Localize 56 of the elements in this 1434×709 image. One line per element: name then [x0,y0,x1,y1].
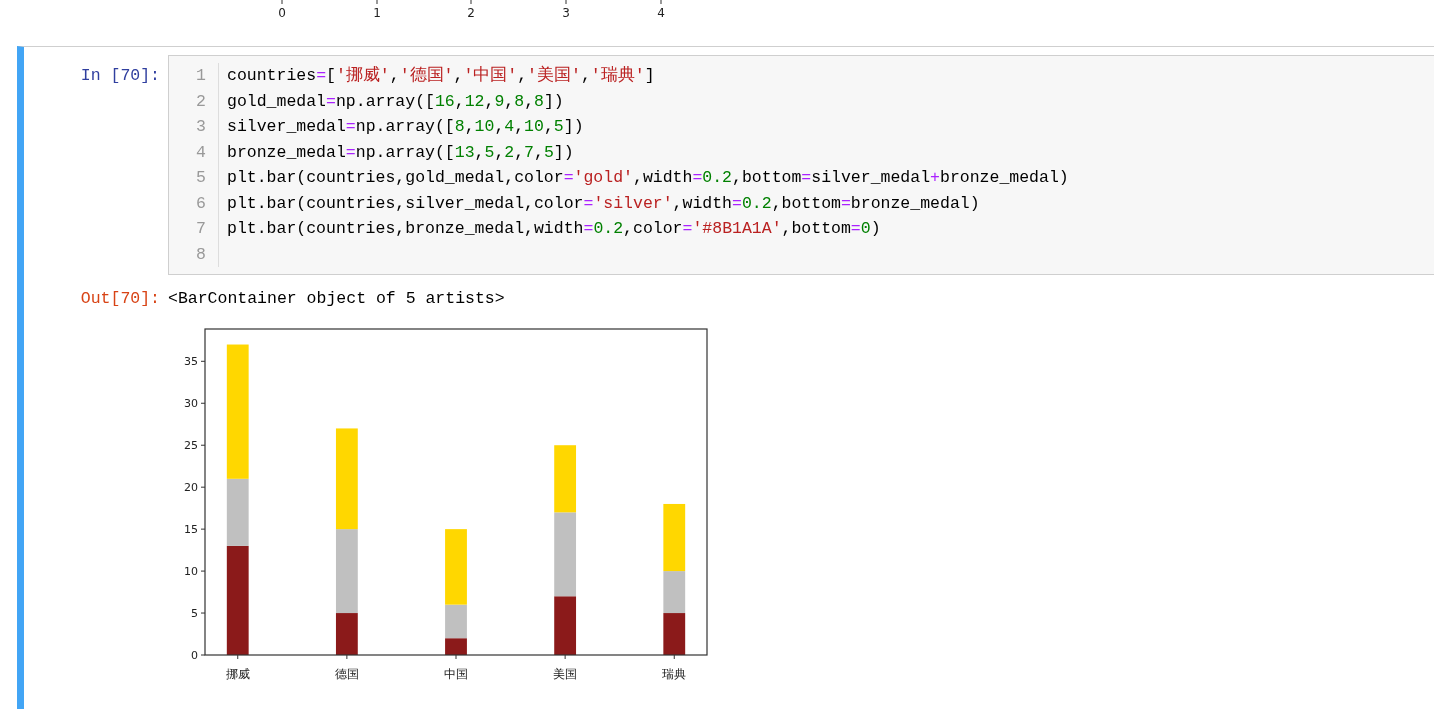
line-number: 7 [195,218,206,240]
tick-mark [200,360,206,362]
output-prompt: Out[70]: [79,288,161,310]
tick-label: 20 [184,481,198,495]
tick-mark [200,570,206,572]
tick-label: 10 [184,565,198,579]
tick-mark [281,0,283,5]
tick-label: 3 [562,6,570,20]
line-number: 5 [195,167,206,189]
tick-label: 瑞典 [662,667,687,681]
code-line: gold_medal=np.array([16,12,9,8,8]) [227,90,565,113]
tick-label: 0 [191,649,198,662]
tick-label: 美国 [553,667,578,681]
output-text: <BarContainer object of 5 artists> [168,288,506,310]
tick-mark [237,654,239,660]
code-line: plt.bar(countries,silver_medal,color='silver',width=0.2,bottom=bronze_medal) [227,192,981,215]
code-line: plt.bar(countries,bronze_medal,width=0.2,color='#8B1A1A',bottom=0) [227,218,882,240]
tick-mark [564,654,566,660]
tick-label: 2 [467,6,475,20]
bar [663,613,686,655]
tick-label: 挪威 [225,667,250,681]
code-line: bronze_medal=np.array([13,5,2,7,5]) [227,141,575,164]
tick-mark [565,0,567,5]
tick-label: 4 [657,6,665,20]
tick-mark [200,486,206,488]
tick-label: 中国 [444,667,468,681]
tick-mark [455,654,457,660]
tick-mark [673,654,675,660]
tick-mark [470,0,472,5]
tick-label: 25 [184,439,198,453]
code-line: silver_medal=np.array([8,10,4,10,5]) [227,116,585,138]
line-number: 4 [195,141,206,164]
line-number: 1 [195,65,206,87]
tick-label: 1 [373,6,381,20]
line-number: 2 [195,90,206,113]
tick-mark [376,0,378,5]
tick-label: 30 [184,397,198,411]
line-number: 6 [195,192,206,215]
input-prompt: In [70]: [79,65,161,87]
tick-mark [200,612,206,614]
tick-label: 德国 [334,667,359,681]
code-line: plt.bar(countries,gold_medal,color='gold',width=0.2,bottom=silver_medal+bronze_medal) [227,167,1069,189]
tick-label: 0 [278,6,286,20]
tick-label: 15 [184,523,198,537]
tick-mark [200,654,206,656]
code-line: countries=['挪威','德国','中国','美国','瑞典'] [227,64,656,87]
tick-mark [660,0,662,5]
tick-mark [200,402,206,404]
line-number: 8 [195,243,206,266]
tick-mark [346,654,348,660]
line-number: 3 [195,116,206,138]
bar [554,445,577,513]
tick-label: 35 [184,355,198,369]
tick-mark [200,528,206,530]
tick-mark [200,444,206,446]
tick-label: 5 [191,607,198,621]
